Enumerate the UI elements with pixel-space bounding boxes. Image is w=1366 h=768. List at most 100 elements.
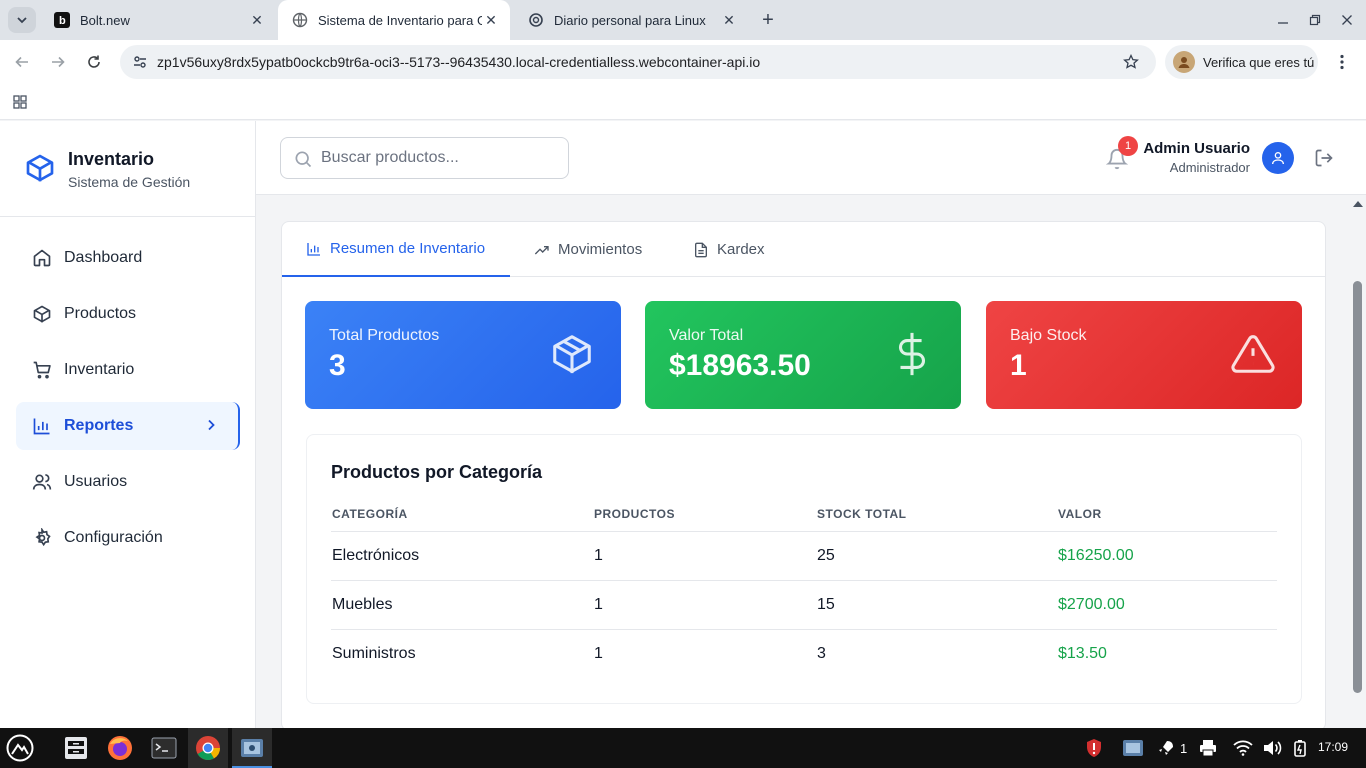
- profile-avatar-icon: [1173, 51, 1195, 73]
- stat-label: Valor Total: [669, 327, 744, 344]
- tab-resumen-inventario[interactable]: Resumen de Inventario: [282, 222, 510, 277]
- package-icon: [549, 331, 595, 377]
- browser-tabbar: b Bolt.new ✕ Sistema de Inventario para …: [0, 0, 1366, 40]
- screenshot-tool-icon[interactable]: [236, 732, 268, 764]
- tab-title: Sistema de Inventario para Ge: [318, 12, 482, 28]
- site-info-icon[interactable]: [128, 50, 152, 74]
- cell-stock: 25: [816, 531, 1057, 581]
- security-shield-icon[interactable]: [1085, 738, 1103, 758]
- cell-value: $13.50: [1058, 644, 1107, 662]
- reload-icon[interactable]: [82, 50, 106, 74]
- logout-icon[interactable]: [1314, 148, 1334, 168]
- bolt-favicon-icon: b: [54, 12, 70, 28]
- firefox-icon[interactable]: [104, 732, 136, 764]
- terminal-icon[interactable]: [148, 732, 180, 764]
- bookmark-star-icon[interactable]: [1120, 51, 1142, 73]
- tab-title: Diario personal para Linux: [554, 12, 706, 28]
- close-tab-icon[interactable]: ✕: [248, 11, 266, 29]
- cell-products: 1: [594, 644, 603, 662]
- rocket-icon: [1159, 741, 1173, 755]
- sidebar-item-label: Reportes: [64, 417, 134, 434]
- sidebar-item-inventario[interactable]: Inventario: [16, 346, 240, 394]
- browser-tab-diario[interactable]: Diario personal para Linux ✕: [514, 0, 748, 40]
- tab-label: Movimientos: [558, 241, 643, 258]
- table-row: Muebles 1 15 $2700.00: [331, 580, 1277, 630]
- screenshot-tray-icon[interactable]: [1122, 738, 1144, 758]
- column-header: PRODUCTOS: [593, 497, 816, 532]
- user-name: Admin Usuario: [1143, 140, 1250, 157]
- restore-icon[interactable]: [1305, 10, 1325, 30]
- tray-notification-count: 1: [1180, 740, 1188, 756]
- search-input[interactable]: [321, 146, 561, 170]
- dollar-icon: [889, 331, 935, 377]
- back-icon[interactable]: [10, 50, 34, 74]
- cart-icon: [32, 360, 52, 380]
- bookmarks-bar: [0, 84, 1366, 120]
- sidebar-item-productos[interactable]: Productos: [16, 290, 240, 338]
- column-header: CATEGORÍA: [331, 497, 593, 532]
- category-summary: Productos por Categoría CATEGORÍA PRODUC…: [306, 434, 1302, 704]
- scrollbar-thumb[interactable]: [1353, 281, 1362, 693]
- sidebar-item-usuarios[interactable]: Usuarios: [16, 458, 240, 506]
- search-box[interactable]: [280, 137, 569, 179]
- avatar[interactable]: [1262, 142, 1294, 174]
- browser-tab-bolt[interactable]: b Bolt.new ✕: [40, 0, 276, 40]
- sidebar-item-dashboard[interactable]: Dashboard: [16, 234, 240, 282]
- sidebar-item-label: Usuarios: [64, 473, 128, 490]
- notification-badge: 1: [1118, 136, 1138, 156]
- scroll-up-arrow-icon[interactable]: [1353, 201, 1363, 207]
- bar-chart-icon: [306, 241, 322, 257]
- apps-grid-icon[interactable]: [10, 92, 30, 112]
- close-window-icon[interactable]: [1337, 10, 1357, 30]
- cell-products: 1: [593, 531, 816, 581]
- sidebar-item-label: Configuración: [64, 529, 163, 546]
- table-header-row: CATEGORÍA PRODUCTOS STOCK TOTAL VALOR: [331, 497, 1277, 532]
- minimize-icon[interactable]: [1273, 10, 1293, 30]
- svg-text:b: b: [59, 15, 66, 27]
- stat-value: 1: [1010, 349, 1027, 382]
- tab-kardex[interactable]: Kardex: [693, 222, 765, 277]
- tab-search-button[interactable]: [8, 7, 36, 33]
- tab-movimientos[interactable]: Movimientos: [534, 222, 642, 277]
- settings-icon: [32, 528, 52, 548]
- sidebar-item-configuracion[interactable]: Configuración: [16, 514, 240, 562]
- sidebar-item-reportes[interactable]: Reportes: [16, 402, 240, 450]
- address-bar[interactable]: zp1v56uxy8rdx5ypatb0ockcb9tr6a-oci3--517…: [120, 45, 1156, 79]
- sidebar: Inventario Sistema de Gestión Dashboard …: [0, 121, 256, 728]
- wifi-icon[interactable]: [1233, 738, 1253, 758]
- alert-triangle-icon: [1230, 331, 1276, 377]
- chrome-icon[interactable]: [192, 732, 224, 764]
- new-tab-button[interactable]: +: [756, 8, 780, 32]
- category-title: Productos por Categoría: [331, 462, 543, 482]
- brand-subtitle: Sistema de Gestión: [68, 174, 191, 190]
- url-text[interactable]: zp1v56uxy8rdx5ypatb0ockcb9tr6a-oci3--517…: [157, 54, 760, 70]
- tab-title: Bolt.new: [80, 12, 130, 28]
- tray-notifications[interactable]: 1: [1158, 738, 1187, 758]
- tab-label: Kardex: [717, 241, 765, 258]
- scrollbar[interactable]: [1350, 195, 1366, 728]
- start-menu-icon[interactable]: [4, 732, 36, 764]
- battery-icon[interactable]: [1292, 738, 1308, 758]
- brand-title: Inventario: [68, 149, 155, 169]
- more-menu-icon[interactable]: [1332, 52, 1352, 72]
- printer-icon[interactable]: [1199, 738, 1217, 758]
- stat-card-bajo-stock: Bajo Stock 1: [986, 301, 1302, 409]
- browser-tab-inventario[interactable]: Sistema de Inventario para Ge ✕: [278, 0, 510, 40]
- file-manager-icon[interactable]: [60, 732, 92, 764]
- chevron-down-icon: [17, 17, 27, 24]
- cell-category: Electrónicos: [331, 531, 593, 581]
- stat-label: Total Productos: [329, 327, 440, 344]
- trending-up-icon: [534, 242, 550, 258]
- profile-chip[interactable]: Verifica que eres tú: [1165, 45, 1318, 79]
- cell-value: $16250.00: [1057, 531, 1277, 581]
- openai-favicon-icon: [528, 12, 544, 28]
- globe-favicon-icon: [292, 12, 308, 28]
- package-icon: [32, 304, 52, 324]
- close-tab-icon[interactable]: ✕: [482, 11, 500, 29]
- volume-icon[interactable]: [1262, 738, 1282, 758]
- close-tab-icon[interactable]: ✕: [720, 11, 738, 29]
- column-header: VALOR: [1057, 497, 1277, 532]
- cell-category: Suministros: [332, 644, 416, 662]
- forward-icon[interactable]: [46, 50, 70, 74]
- inventory-app: Inventario Sistema de Gestión Dashboard …: [0, 121, 1366, 728]
